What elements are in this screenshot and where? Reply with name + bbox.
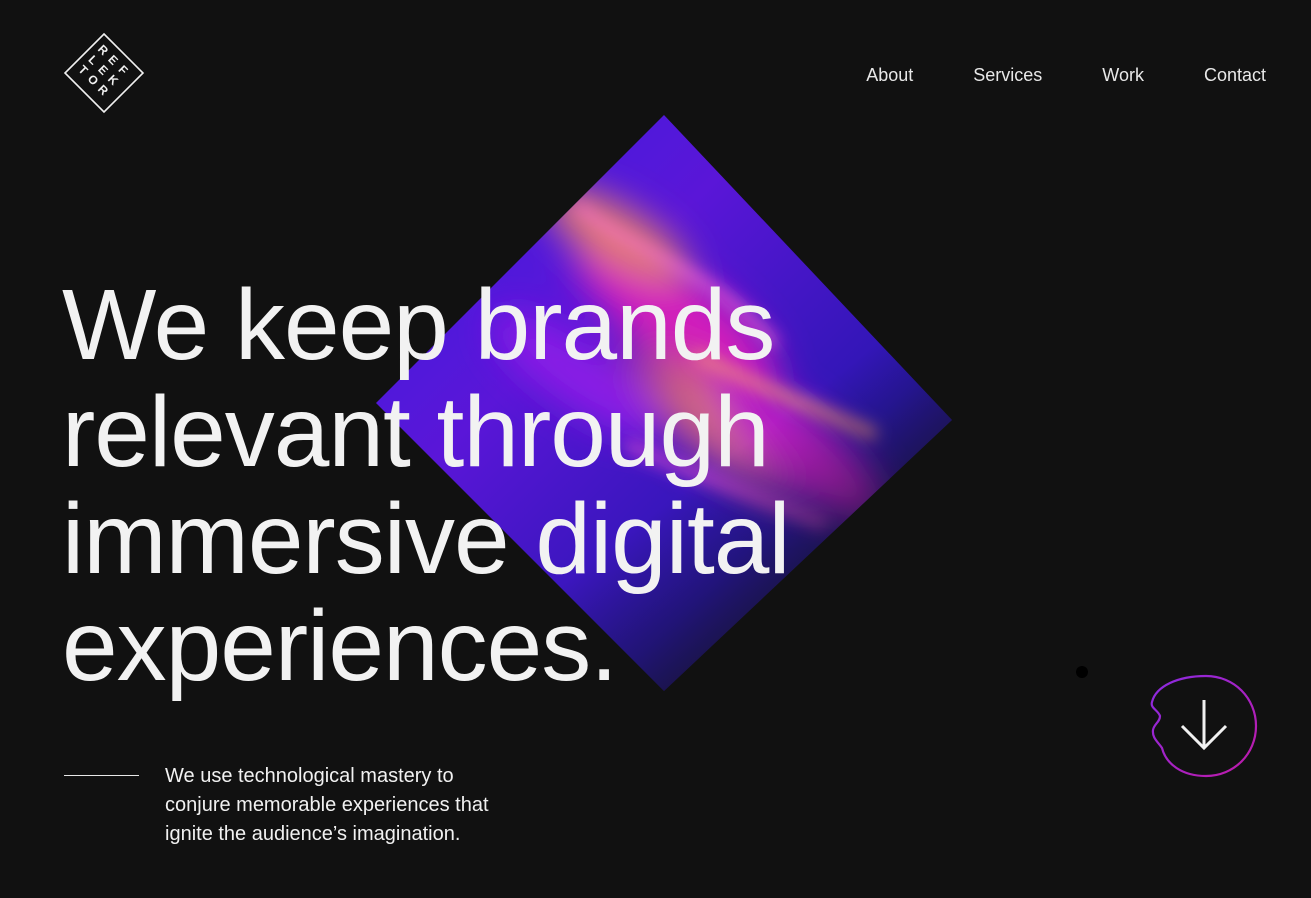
main-nav: About Services Work Contact	[806, 63, 1266, 87]
headline-line: immersive digital	[62, 483, 791, 595]
headline-line: experiences.	[62, 590, 618, 702]
nav-link-about[interactable]: About	[866, 63, 913, 87]
hero-headline: We keep brands relevant through immersiv…	[62, 272, 922, 700]
arrow-down-icon	[1150, 674, 1258, 778]
scroll-down-button[interactable]	[1148, 672, 1260, 780]
logo[interactable]: R E F L E K T O R	[63, 32, 145, 114]
nav-link-work[interactable]: Work	[1102, 63, 1144, 87]
nav-link-contact[interactable]: Contact	[1204, 63, 1266, 87]
cursor-dot	[1076, 666, 1088, 678]
headline-line: We keep brands	[62, 269, 775, 381]
hero-page: R E F L E K T O R About Services Work Co…	[0, 0, 1311, 898]
headline-line: relevant through	[62, 376, 770, 488]
nav-link-services[interactable]: Services	[973, 63, 1042, 87]
hero-intro-text: We use technological mastery to conjure …	[165, 765, 489, 845]
reflektor-logo-icon: R E F L E K T O R	[63, 32, 145, 114]
intro-divider	[64, 775, 139, 776]
logo-letter: T	[75, 62, 91, 78]
